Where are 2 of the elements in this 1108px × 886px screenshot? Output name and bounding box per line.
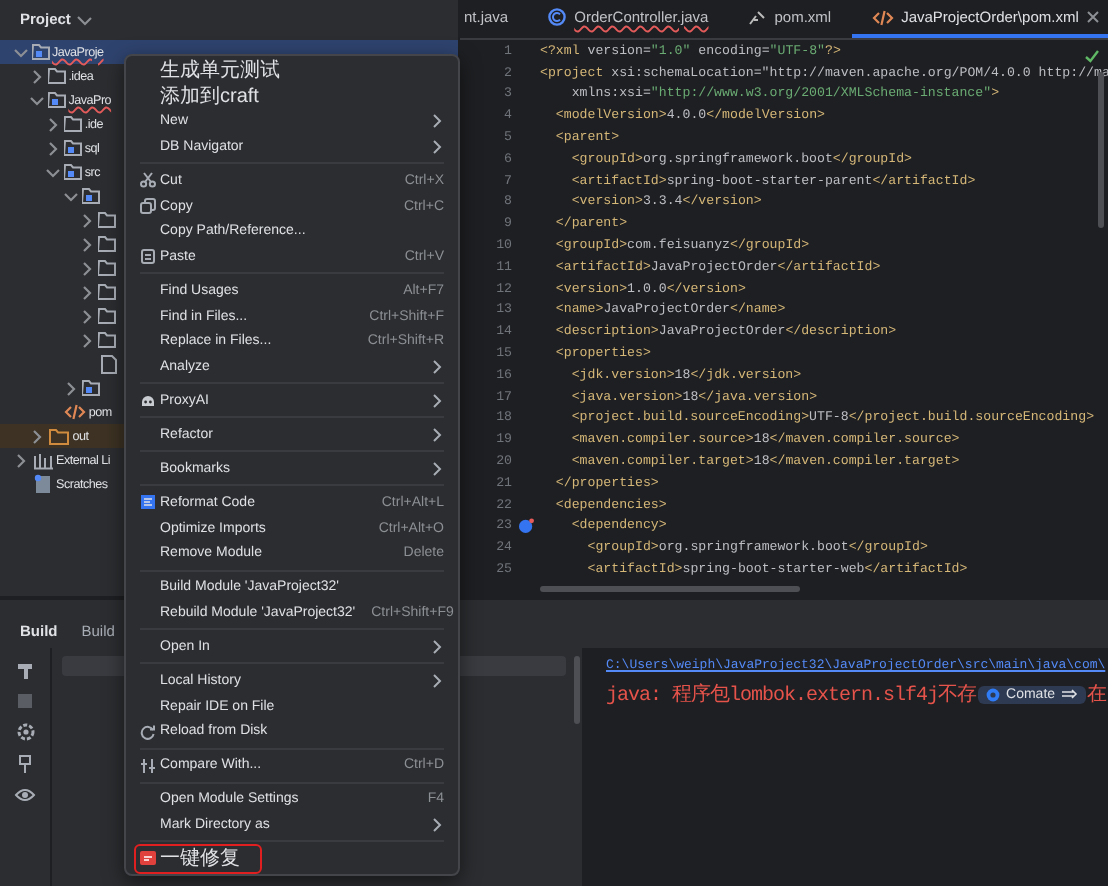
error-message: java: 程序包lombok.extern.slf4j不存: [606, 681, 977, 708]
error-message: 在: [1087, 682, 1107, 708]
